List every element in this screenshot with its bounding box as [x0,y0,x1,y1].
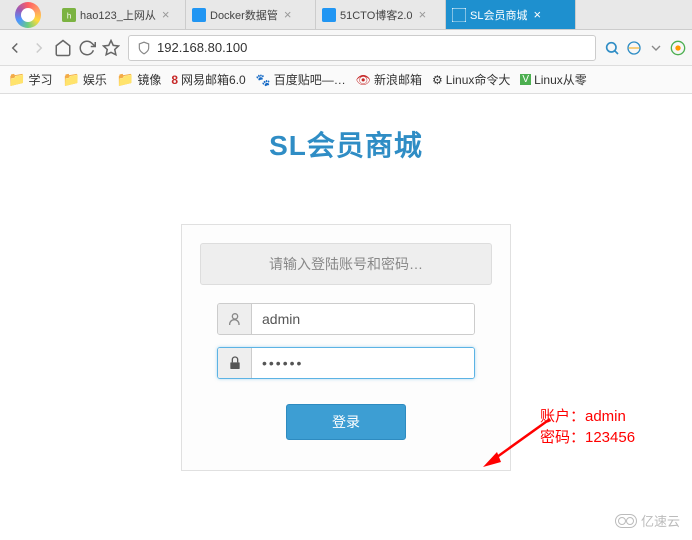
bookmark-study[interactable]: 📁学习 [8,71,52,88]
docker-favicon-icon [192,8,206,22]
tab-title: SL会员商城 [470,7,527,23]
address-right-icons [604,40,686,56]
bookmark-mirror[interactable]: 📁镜像 [117,71,161,88]
watermark: 亿速云 [615,511,680,530]
page-title: SL会员商城 [0,124,692,164]
search-icon[interactable] [604,40,620,56]
nav-buttons [6,39,120,57]
bookmark-label: 镜像 [137,71,161,88]
browser-logo-icon[interactable] [15,2,41,28]
refresh-icon[interactable] [78,39,96,57]
tab-title: 51CTO博客2.0 [340,7,413,23]
annotation-username: 账户：admin [540,406,635,427]
app-icon[interactable] [670,40,686,56]
home-icon[interactable] [54,39,72,57]
forward-icon[interactable] [30,39,48,57]
bookmark-label: Linux命令大 [446,71,511,88]
login-button[interactable]: 登录 [286,404,406,440]
address-bar: 192.168.80.100 [0,30,692,66]
user-icon-box [218,304,252,334]
folder-icon: 📁 [62,71,79,88]
netease-icon: 8 [171,73,178,87]
tab-hao123[interactable]: h hao123_上网从 × [56,0,186,29]
bookmark-entertainment[interactable]: 📁娱乐 [62,71,106,88]
bookmark-label: Linux从零 [534,71,587,88]
tab-bar: h hao123_上网从 × Docker数据管 × 51CTO博客2.0 × … [0,0,692,30]
lock-icon [227,355,243,371]
bookmark-label: 百度贴吧—… [274,71,346,88]
tab-docker[interactable]: Docker数据管 × [186,0,316,29]
login-prompt: 请输入登陆账号和密码… [200,243,492,285]
page-content: SL会员商城 请输入登陆账号和密码… 登录 账户：admin 密码：123456 [0,94,692,471]
bookmark-sina[interactable]: 👁新浪邮箱 [356,71,422,88]
chevron-down-icon[interactable] [648,40,664,56]
ie-icon[interactable] [626,40,642,56]
close-icon[interactable]: × [533,7,541,22]
user-icon [227,311,243,327]
bookmark-label: 新浪邮箱 [374,71,422,88]
bookmark-tieba[interactable]: 🐾百度贴吧—… [256,71,346,88]
svg-text:h: h [67,11,71,20]
watermark-text: 亿速云 [641,511,680,530]
watermark-icon [615,514,637,528]
51cto-favicon-icon [322,8,336,22]
bookmark-linux-zero[interactable]: VLinux从零 [520,71,586,88]
folder-icon: 📁 [117,71,134,88]
v-icon: V [520,74,531,85]
star-icon[interactable] [102,39,120,57]
bookmark-label: 娱乐 [83,71,107,88]
tab-sl-shop[interactable]: SL会员商城 × [446,0,576,29]
username-input[interactable] [252,304,474,334]
url-input[interactable]: 192.168.80.100 [128,35,596,61]
tab-51cto[interactable]: 51CTO博客2.0 × [316,0,446,29]
back-icon[interactable] [6,39,24,57]
password-group [217,347,475,379]
eye-icon: 👁 [356,73,371,87]
bookmarks-bar: 📁学习 📁娱乐 📁镜像 8网易邮箱6.0 🐾百度贴吧—… 👁新浪邮箱 ⚙Linu… [0,66,692,94]
sl-favicon-icon [452,8,466,22]
folder-icon: 📁 [8,71,25,88]
password-input[interactable] [252,348,474,378]
bookmark-label: 网易邮箱6.0 [181,71,246,88]
bookmark-linux-cmd[interactable]: ⚙Linux命令大 [432,71,510,88]
tab-title: Docker数据管 [210,7,278,23]
url-text: 192.168.80.100 [157,40,247,55]
tab-title: hao123_上网从 [80,7,156,23]
lock-icon-box [218,348,252,378]
bookmark-label: 学习 [28,71,52,88]
close-icon[interactable]: × [419,7,427,22]
close-icon[interactable]: × [284,7,292,22]
login-panel: 请输入登陆账号和密码… 登录 [181,224,511,471]
annotation-text: 账户：admin 密码：123456 [540,406,635,448]
gear-icon: ⚙ [432,73,443,87]
paw-icon: 🐾 [256,73,271,87]
close-icon[interactable]: × [162,7,170,22]
hao123-favicon-icon: h [62,8,76,22]
annotation-password: 密码：123456 [540,427,635,448]
username-group [217,303,475,335]
shield-icon [137,41,151,55]
browser-logo-area [0,0,56,29]
bookmark-163mail[interactable]: 8网易邮箱6.0 [171,71,245,88]
